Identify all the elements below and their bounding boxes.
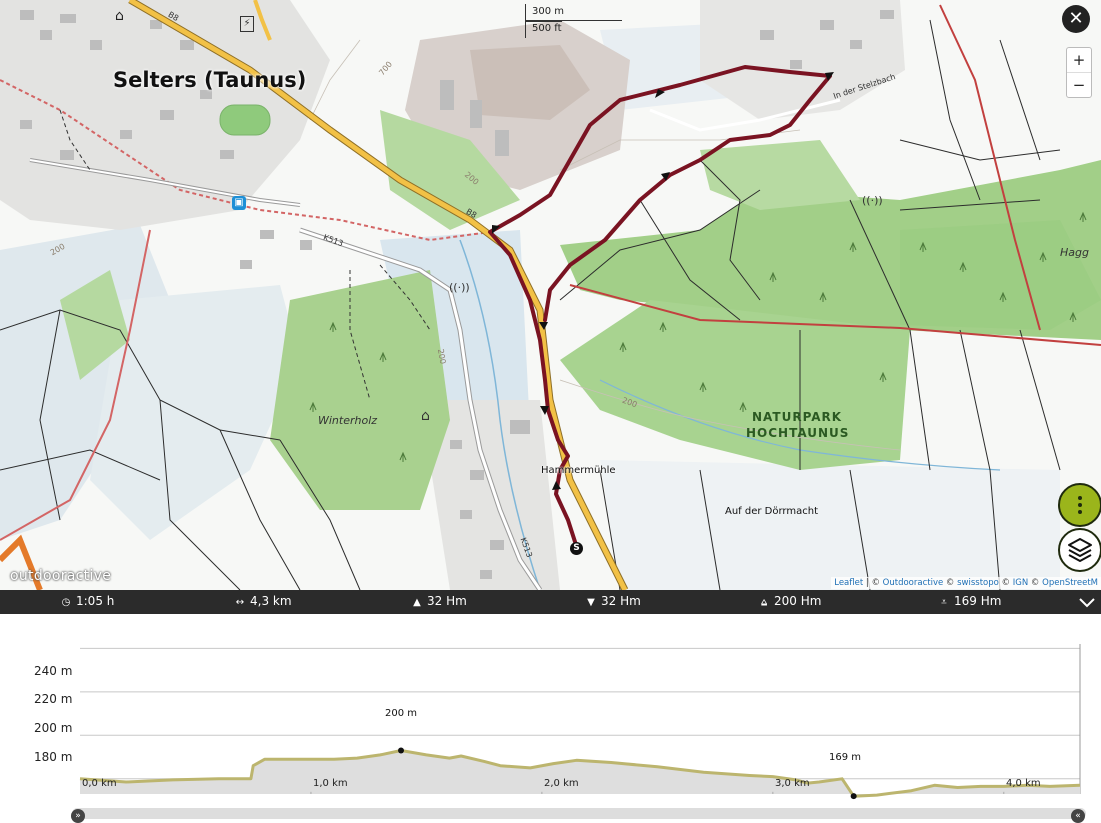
stat-descent: ▼ 32 Hm bbox=[585, 594, 641, 608]
attribution-leaflet-link[interactable]: Leaflet bbox=[834, 578, 863, 588]
layers-button[interactable] bbox=[1058, 528, 1101, 572]
town-label: Selters (Taunus) bbox=[113, 68, 307, 92]
shelter-icon: ⌂ bbox=[421, 408, 430, 424]
park-label-line1: NATURPARK bbox=[752, 410, 843, 424]
more-options-button[interactable] bbox=[1058, 483, 1101, 527]
close-button[interactable]: ✕ bbox=[1062, 5, 1090, 33]
stat-max-altitude: ⩠ 200 Hm bbox=[758, 594, 821, 608]
attribution-ign-link[interactable]: IGN bbox=[1013, 578, 1028, 588]
attribution-swisstopo-link[interactable]: swisstopo bbox=[957, 578, 999, 588]
range-end-handle[interactable]: « bbox=[1071, 809, 1085, 823]
zoom-out-button[interactable]: − bbox=[1067, 72, 1091, 97]
bus-stop-icon[interactable]: ▣ bbox=[232, 196, 246, 210]
profile-area bbox=[80, 750, 1080, 797]
winterholz-label: Winterholz bbox=[318, 414, 378, 427]
hammermuehle-label: Hammermühle bbox=[541, 465, 616, 476]
layers-icon bbox=[1068, 538, 1092, 562]
min-altitude-icon: ⩡ bbox=[941, 597, 947, 608]
scale-feet: 500 ft bbox=[532, 23, 562, 34]
map-attribution: Leaflet | © Outdooractive © swisstopo © … bbox=[831, 577, 1101, 589]
stat-min-altitude: ⩡ 169 Hm bbox=[938, 594, 1001, 608]
stat-duration: ◷ 1:05 h bbox=[60, 594, 115, 608]
antenna-icon: ((·)) bbox=[449, 281, 470, 294]
distance-value: 4,3 km bbox=[250, 594, 292, 608]
outdooractive-watermark: outdooractive bbox=[10, 568, 112, 584]
distance-icon: ↔ bbox=[235, 597, 245, 608]
range-start-handle[interactable]: » bbox=[71, 809, 85, 823]
attribution-sep: © bbox=[943, 578, 958, 588]
min-elevation-label: 169 m bbox=[829, 752, 862, 763]
scale-meters: 300 m bbox=[532, 6, 565, 17]
more-dots-icon bbox=[1078, 496, 1082, 500]
x-axis-label: 2,0 km bbox=[544, 778, 579, 789]
attribution-osm-link[interactable]: OpenStreetM bbox=[1042, 578, 1098, 588]
attribution-sep: © bbox=[1028, 578, 1043, 588]
elevation-profile[interactable]: 240 m 220 m 200 m 180 m 0,0 km 1,0 km 2,… bbox=[0, 614, 1101, 823]
viewpoint-icon: ⌂ bbox=[115, 8, 124, 24]
more-dots-icon-dot bbox=[1078, 503, 1082, 507]
tour-stats-bar: ◷ 1:05 h ↔ 4,3 km ▲ 32 Hm ▼ 32 Hm ⩠ 200 Hm ⩡ 1… bbox=[0, 590, 1101, 614]
min-altitude-value: 169 Hm bbox=[954, 594, 1002, 608]
stat-distance: ↔ 4,3 km bbox=[234, 594, 292, 608]
close-icon: ✕ bbox=[1068, 8, 1084, 29]
elevation-point-marker bbox=[850, 793, 857, 800]
ascent-value: 32 Hm bbox=[427, 594, 467, 608]
attribution-outdooractive-link[interactable]: Outdooractive bbox=[883, 578, 944, 588]
elevation-point-marker bbox=[398, 747, 405, 754]
attribution-sep: © bbox=[998, 578, 1013, 588]
x-axis-label: 1,0 km bbox=[313, 778, 348, 789]
duration-value: 1:05 h bbox=[76, 594, 115, 608]
ascent-icon: ▲ bbox=[413, 597, 421, 608]
antenna-icon-2: ((·)) bbox=[862, 194, 883, 207]
clock-icon: ◷ bbox=[61, 597, 71, 608]
x-axis-label: 0,0 km bbox=[82, 778, 117, 789]
descent-value: 32 Hm bbox=[601, 594, 641, 608]
zoom-control: + − bbox=[1066, 47, 1092, 98]
collapse-chevron-icon[interactable] bbox=[1076, 592, 1098, 612]
park-label-line2: HOCHTAUNUS bbox=[746, 426, 850, 440]
map-view[interactable]: Selters (Taunus) NATURPARK HOCHTAUNUS Wi… bbox=[0, 0, 1101, 590]
doerrmacht-label: Auf der Dörrmacht bbox=[725, 506, 818, 517]
scale-bar: 300 m 500 ft bbox=[525, 4, 622, 38]
hagg-label: Hagg bbox=[1060, 246, 1089, 259]
x-axis-label: 3,0 km bbox=[775, 778, 810, 789]
max-altitude-icon: ⩠ bbox=[760, 597, 768, 608]
start-marker[interactable]: S bbox=[570, 542, 583, 555]
stat-ascent: ▲ 32 Hm bbox=[411, 594, 467, 608]
max-elevation-label: 200 m bbox=[385, 708, 418, 719]
x-axis-label: 4,0 km bbox=[1006, 778, 1041, 789]
zoom-in-button[interactable]: + bbox=[1067, 48, 1091, 72]
charging-station-icon: ⚡ bbox=[240, 16, 254, 32]
more-dots-icon-dot bbox=[1078, 510, 1082, 514]
profile-range-scrollbar[interactable] bbox=[72, 808, 1086, 819]
attribution-sep: | © bbox=[863, 578, 883, 588]
max-altitude-value: 200 Hm bbox=[774, 594, 822, 608]
descent-icon: ▼ bbox=[587, 597, 595, 608]
